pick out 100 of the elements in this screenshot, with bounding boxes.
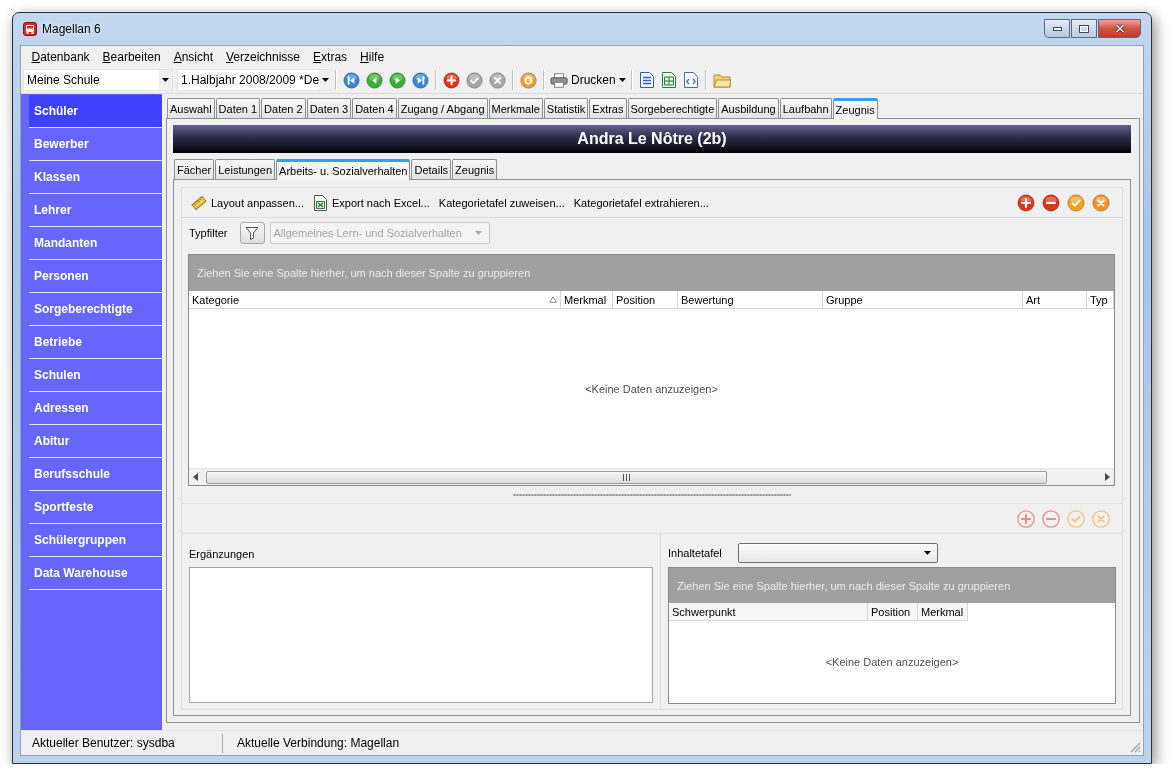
filter-button[interactable] (239, 222, 265, 244)
tab[interactable]: Daten 4 (352, 98, 397, 118)
field-label: Inhaltetafel (668, 547, 722, 559)
extract-button[interactable]: Kategorietafel extrahieren... (570, 191, 712, 214)
customize-layout-button[interactable]: Layout anpassen... (188, 191, 307, 214)
menu-item[interactable]: Datenbank (25, 48, 97, 65)
sidebar-item[interactable]: Mandanten (29, 227, 162, 260)
assign-button[interactable]: Kategorietafel zuweisen... (435, 191, 568, 214)
plus-circle-icon[interactable] (443, 71, 460, 89)
menu-item[interactable]: Hilfe (353, 48, 391, 65)
check-circle-icon[interactable] (1067, 193, 1085, 212)
grip-icon (623, 473, 630, 481)
print-button[interactable]: Drucken (548, 69, 628, 91)
tab[interactable]: Statistik (543, 98, 589, 118)
column-header[interactable]: Typ (1087, 291, 1114, 309)
tab[interactable]: Laufbahn (779, 98, 832, 118)
left-arrow-icon[interactable] (193, 473, 198, 481)
close-icon (1114, 24, 1125, 33)
tab[interactable]: Daten 1 (215, 98, 261, 118)
sidebar-item[interactable]: Data Warehouse (29, 557, 162, 590)
term-select[interactable]: 1.Halbjahr 2008/2009 *De (177, 69, 331, 91)
empty-message: <Keine Daten anzuzeigen> (825, 656, 959, 668)
skip-back-icon[interactable] (343, 71, 360, 89)
spreadsheet-icon[interactable] (660, 71, 677, 89)
plus-circle-icon[interactable] (1017, 193, 1035, 212)
minimize-button[interactable] (1044, 19, 1070, 38)
sidebar-item[interactable]: Lehrer (29, 194, 162, 227)
sidebar-item[interactable]: Adressen (29, 392, 162, 425)
web-page-icon[interactable] (682, 71, 699, 89)
content-table-select[interactable] (737, 543, 938, 563)
column-header[interactable]: Kategorie (189, 291, 561, 309)
back-icon[interactable] (366, 71, 383, 89)
caret-icon (322, 78, 330, 82)
tab[interactable]: Merkmale (488, 98, 543, 118)
sidebar-item[interactable]: Berufsschule (29, 458, 162, 491)
right-arrow-icon[interactable] (1105, 473, 1110, 481)
status-text: Aktueller Benutzer: sysdba (21, 733, 223, 753)
column-header[interactable]: Art (1023, 291, 1087, 309)
maximize-button[interactable] (1071, 19, 1097, 38)
caret-icon (923, 551, 931, 555)
maximize-icon (1079, 24, 1089, 33)
sidebar-item[interactable]: Schüler (29, 95, 162, 128)
tab[interactable]: Zeugnis (832, 98, 878, 119)
menu-item[interactable]: Extras (306, 48, 354, 65)
scrollbar-thumb[interactable] (206, 470, 1047, 484)
field-label: Ergänzungen (189, 547, 255, 560)
sidebar-item[interactable]: Schülergruppen (29, 524, 162, 557)
menu-item[interactable]: Bearbeiten (96, 48, 168, 65)
tab[interactable]: Ausbildung (718, 98, 779, 118)
tab[interactable]: Zugang / Abgang (397, 98, 488, 118)
sort-icon (549, 296, 557, 303)
tab[interactable]: Arbeits- u. Sozialverhalten (276, 159, 411, 180)
column-header[interactable]: Gruppe (823, 291, 1023, 309)
tab[interactable]: Sorgeberechtigte (627, 98, 718, 118)
close-button[interactable] (1098, 19, 1141, 38)
caret-icon (618, 78, 626, 82)
sidebar-item[interactable]: Personen (29, 260, 162, 293)
tab[interactable]: Zeugnis (452, 159, 498, 179)
minus-circle-icon[interactable] (1042, 193, 1060, 212)
app-logo-icon (23, 22, 37, 36)
resize-grip-icon[interactable] (1130, 742, 1141, 753)
refresh-icon[interactable] (520, 71, 537, 89)
column-header[interactable]: Position (868, 603, 918, 621)
minimize-icon (1052, 26, 1062, 31)
document-icon[interactable] (638, 71, 655, 89)
horizontal-scrollbar[interactable] (189, 468, 1114, 485)
column-header[interactable]: Schwerpunkt (669, 603, 868, 621)
sidebar-item[interactable]: Sorgeberechtigte (29, 293, 162, 326)
forward-icon[interactable] (389, 71, 406, 89)
sidebar-item[interactable]: Schulen (29, 359, 162, 392)
tab[interactable]: Fächer (174, 159, 215, 179)
tab[interactable]: Details (411, 159, 452, 179)
menu-item[interactable]: Ansicht (167, 48, 220, 65)
window-title: Magellan 6 (42, 22, 101, 36)
menu-item[interactable]: Verzeichnisse (219, 48, 307, 65)
spreadsheet-icon (312, 194, 328, 211)
printer-icon (550, 72, 568, 88)
sidebar-item[interactable]: Betriebe (29, 326, 162, 359)
group-by-hint: Ziehen Sie eine Spalte hierher, um nach dieser Spalte zu gruppieren (677, 579, 1011, 592)
x-circle-icon[interactable] (1092, 193, 1110, 212)
sidebar-item[interactable]: Klassen (29, 161, 162, 194)
skip-forward-icon[interactable] (412, 71, 429, 89)
sidebar-item[interactable]: Abitur (29, 425, 162, 458)
tab[interactable]: Extras (589, 98, 627, 118)
folder-icon[interactable] (712, 72, 731, 88)
school-select[interactable]: Meine Schule (23, 69, 173, 91)
sidebar-item[interactable]: Sportfeste (29, 491, 162, 524)
funnel-icon (245, 226, 259, 240)
tab[interactable]: Auswahl (167, 98, 215, 118)
status-text: Aktuelle Verbindung: Magellan (236, 735, 400, 752)
column-header[interactable]: Merkmal (561, 291, 613, 309)
column-header[interactable]: Merkmal (918, 603, 968, 621)
tab[interactable]: Leistungen (215, 159, 276, 179)
sidebar-item[interactable]: Bewerber (29, 128, 162, 161)
export-button[interactable]: Export nach Excel... (309, 191, 433, 214)
tab[interactable]: Daten 2 (261, 98, 306, 118)
column-header[interactable]: Bewertung (678, 291, 823, 309)
tab[interactable]: Daten 3 (306, 98, 352, 118)
column-header[interactable]: Position (613, 291, 678, 309)
group-by-hint: Ziehen Sie eine Spalte hierher, um nach dieser Spalte zu gruppieren (197, 267, 531, 279)
